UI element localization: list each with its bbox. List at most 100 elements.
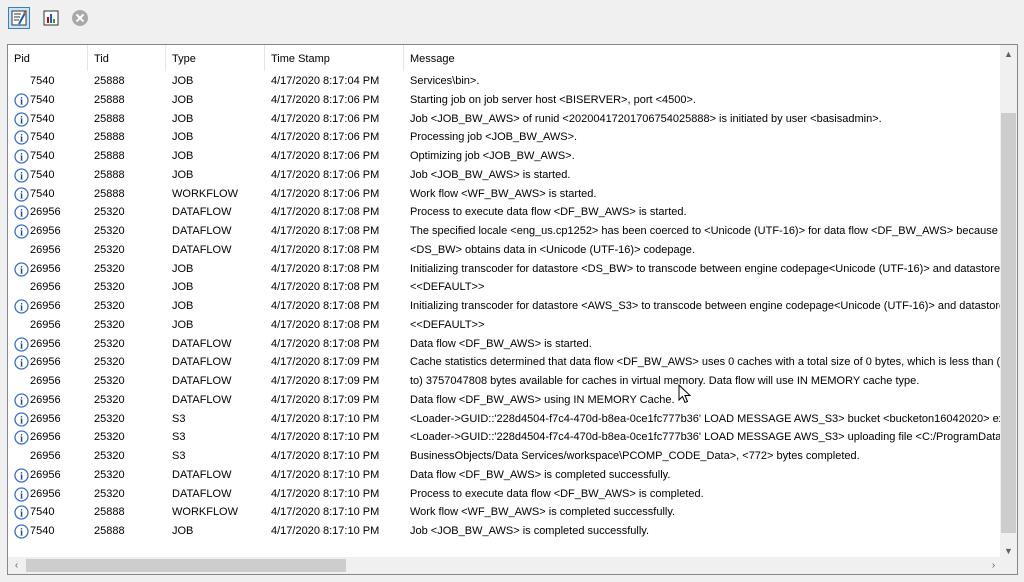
info-icon: i	[14, 524, 29, 539]
log-row[interactable]: i 26956 25320 DATAFLOW 4/17/2020 8:17:10 PM P…	[8, 485, 1002, 504]
log-cell-tid: 25320	[94, 412, 125, 425]
log-cell-tid: 25888	[94, 93, 125, 106]
log-cell-tid: 25320	[94, 468, 125, 481]
log-row[interactable]: i 26956 25320 DATAFLOW 4/17/2020 8:17:08 PM D…	[8, 335, 1002, 354]
log-cell-tid: 25320	[94, 206, 125, 219]
log-row[interactable]: i 26956 25320 S3 4/17/2020 8:17:10 PM <Loader…	[8, 410, 1002, 429]
log-cell-message: <Loader->GUID::'228d4504-f7c4-470d-b8ea-…	[410, 431, 1002, 444]
log-row[interactable]: i 26956 25320 JOB 4/17/2020 8:17:08 PM Initia…	[8, 297, 1002, 316]
log-cell-type: JOB	[172, 93, 194, 106]
log-row[interactable]: 26956 25320 S3 4/17/2020 8:17:10 PM Business…	[8, 447, 1002, 466]
log-cell-pid: 26956	[30, 412, 61, 425]
trace-log-panel: Pid Tid Type Time Stamp Message 7540 2588…	[7, 44, 1018, 575]
log-row[interactable]: 26956 25320 JOB 4/17/2020 8:17:08 PM <<DEFAU…	[8, 278, 1002, 297]
log-cell-type: JOB	[172, 131, 194, 144]
log-cell-type: DATAFLOW	[172, 393, 232, 406]
log-cell-timestamp: 4/17/2020 8:17:04 PM	[271, 75, 380, 87]
svg-text:i: i	[20, 190, 23, 201]
log-row[interactable]: 26956 25320 DATAFLOW 4/17/2020 8:17:08 PM <D…	[8, 241, 1002, 260]
vertical-scroll-thumb[interactable]	[1001, 113, 1016, 533]
log-cell-pid: 7540	[30, 93, 55, 106]
log-cell-type: DATAFLOW	[172, 337, 232, 350]
log-cell-tid: 25320	[94, 225, 125, 237]
trace-log-icon	[11, 10, 27, 26]
svg-text:i: i	[20, 115, 23, 126]
info-icon: i	[14, 505, 29, 520]
trace-log-button[interactable]	[8, 7, 30, 29]
log-row[interactable]: 26956 25320 DATAFLOW 4/17/2020 8:17:09 PM to…	[8, 372, 1002, 391]
log-cell-type: DATAFLOW	[172, 206, 232, 219]
log-cell-message: Processing job <JOB_BW_AWS>.	[410, 131, 578, 144]
log-cell-pid: 7540	[30, 75, 55, 87]
log-cell-timestamp: 4/17/2020 8:17:09 PM	[271, 375, 380, 387]
log-cell-type: JOB	[172, 168, 194, 181]
log-cell-message: Initializing transcoder for datastore <A…	[410, 300, 1002, 312]
log-row[interactable]: i 7540 25888 JOB 4/17/2020 8:17:06 PM Job <JO…	[8, 110, 1002, 129]
log-row[interactable]: i 7540 25888 JOB 4/17/2020 8:17:06 PM Optimiz…	[8, 147, 1002, 166]
log-cell-pid: 26956	[30, 393, 61, 406]
log-cell-message: Process to execute data flow <DF_BW_AWS>…	[410, 487, 704, 500]
horizontal-scrollbar[interactable]: ‹ ›	[8, 557, 1002, 574]
log-row[interactable]: i 26956 25320 DATAFLOW 4/17/2020 8:17:08 PM T…	[8, 222, 1002, 241]
log-row[interactable]: i 26956 25320 DATAFLOW 4/17/2020 8:17:09 PM D…	[8, 391, 1002, 410]
log-cell-type: DATAFLOW	[172, 375, 232, 387]
column-header-message[interactable]: Message	[404, 45, 1002, 71]
svg-text:i: i	[20, 396, 23, 407]
log-row[interactable]: i 7540 25888 WORKFLOW 4/17/2020 8:17:10 PM Wo…	[8, 503, 1002, 522]
log-cell-timestamp: 4/17/2020 8:17:08 PM	[271, 300, 380, 312]
log-row[interactable]: i 26956 25320 DATAFLOW 4/17/2020 8:17:10 PM D…	[8, 466, 1002, 485]
column-header-row: Pid Tid Type Time Stamp Message	[8, 45, 1002, 72]
log-row[interactable]: i 7540 25888 JOB 4/17/2020 8:17:10 PM Job <JO…	[8, 522, 1002, 541]
info-icon: i	[14, 130, 29, 145]
log-cell-timestamp: 4/17/2020 8:17:08 PM	[271, 225, 380, 237]
vertical-scrollbar[interactable]: ▲ ▼	[1000, 45, 1017, 559]
horizontal-scroll-thumb[interactable]	[26, 559, 346, 572]
log-cell-timestamp: 4/17/2020 8:17:10 PM	[271, 487, 380, 500]
log-row[interactable]: i 26956 25320 JOB 4/17/2020 8:17:08 PM Initia…	[8, 260, 1002, 279]
log-cell-type: WORKFLOW	[172, 187, 238, 200]
log-cell-pid: 7540	[30, 150, 55, 162]
log-cell-message: Job <JOB_BW_AWS> of runid <2020041720170…	[410, 112, 882, 125]
log-row[interactable]: 7540 25888 JOB 4/17/2020 8:17:04 PM Services…	[8, 72, 1002, 91]
log-cell-message: BusinessObjects/Data Services/workspace\…	[410, 450, 860, 462]
log-cell-message: Data flow <DF_BW_AWS> is started.	[410, 337, 592, 350]
log-cell-tid: 25320	[94, 487, 125, 500]
column-header-pid[interactable]: Pid	[8, 45, 88, 71]
column-header-tid[interactable]: Tid	[88, 45, 166, 71]
log-cell-timestamp: 4/17/2020 8:17:09 PM	[271, 356, 380, 369]
monitor-button[interactable]	[40, 7, 62, 29]
log-cell-type: DATAFLOW	[172, 468, 232, 481]
scroll-up-arrow-icon[interactable]: ▲	[1000, 45, 1017, 62]
info-icon: i	[14, 186, 29, 202]
log-cell-tid: 25320	[94, 375, 125, 387]
log-row[interactable]: i 7540 25888 JOB 4/17/2020 8:17:06 PM Process…	[8, 128, 1002, 147]
log-cell-tid: 25888	[94, 150, 125, 162]
log-cell-tid: 25888	[94, 112, 125, 125]
log-cell-message: Optimizing job <JOB_BW_AWS>.	[410, 150, 575, 162]
log-cell-pid: 26956	[30, 318, 61, 331]
log-cell-message: Job <JOB_BW_AWS> is completed successful…	[410, 525, 650, 537]
log-cell-pid: 7540	[30, 525, 55, 537]
log-row[interactable]: i 26956 25320 DATAFLOW 4/17/2020 8:17:09 PM C…	[8, 353, 1002, 372]
scroll-left-arrow-icon[interactable]: ‹	[8, 557, 25, 574]
column-header-timestamp[interactable]: Time Stamp	[265, 45, 404, 71]
log-cell-message: The specified locale <eng_us.cp1252> has…	[410, 225, 1002, 237]
svg-text:i: i	[20, 415, 23, 426]
info-icon: i	[14, 393, 29, 408]
stop-button[interactable]	[69, 7, 91, 29]
log-row[interactable]: i 7540 25888 JOB 4/17/2020 8:17:06 PM Job <JO…	[8, 166, 1002, 185]
log-cell-timestamp: 4/17/2020 8:17:08 PM	[271, 281, 380, 294]
log-row[interactable]: i 26956 25320 S3 4/17/2020 8:17:10 PM <Loader…	[8, 428, 1002, 447]
log-cell-pid: 7540	[30, 187, 55, 200]
log-cell-pid: 26956	[30, 450, 61, 462]
log-cell-pid: 7540	[30, 506, 55, 519]
log-row[interactable]: i 7540 25888 JOB 4/17/2020 8:17:06 PM Startin…	[8, 91, 1002, 110]
log-cell-pid: 26956	[30, 262, 61, 275]
log-row[interactable]: i 26956 25320 DATAFLOW 4/17/2020 8:17:08 PM P…	[8, 203, 1002, 222]
log-cell-tid: 25320	[94, 262, 125, 275]
log-cell-tid: 25320	[94, 337, 125, 350]
log-cell-tid: 25888	[94, 506, 125, 519]
log-row[interactable]: i 7540 25888 WORKFLOW 4/17/2020 8:17:06 PM Wo…	[8, 185, 1002, 204]
column-header-type[interactable]: Type	[166, 45, 265, 71]
log-row[interactable]: 26956 25320 JOB 4/17/2020 8:17:08 PM <<DEFAU…	[8, 316, 1002, 335]
